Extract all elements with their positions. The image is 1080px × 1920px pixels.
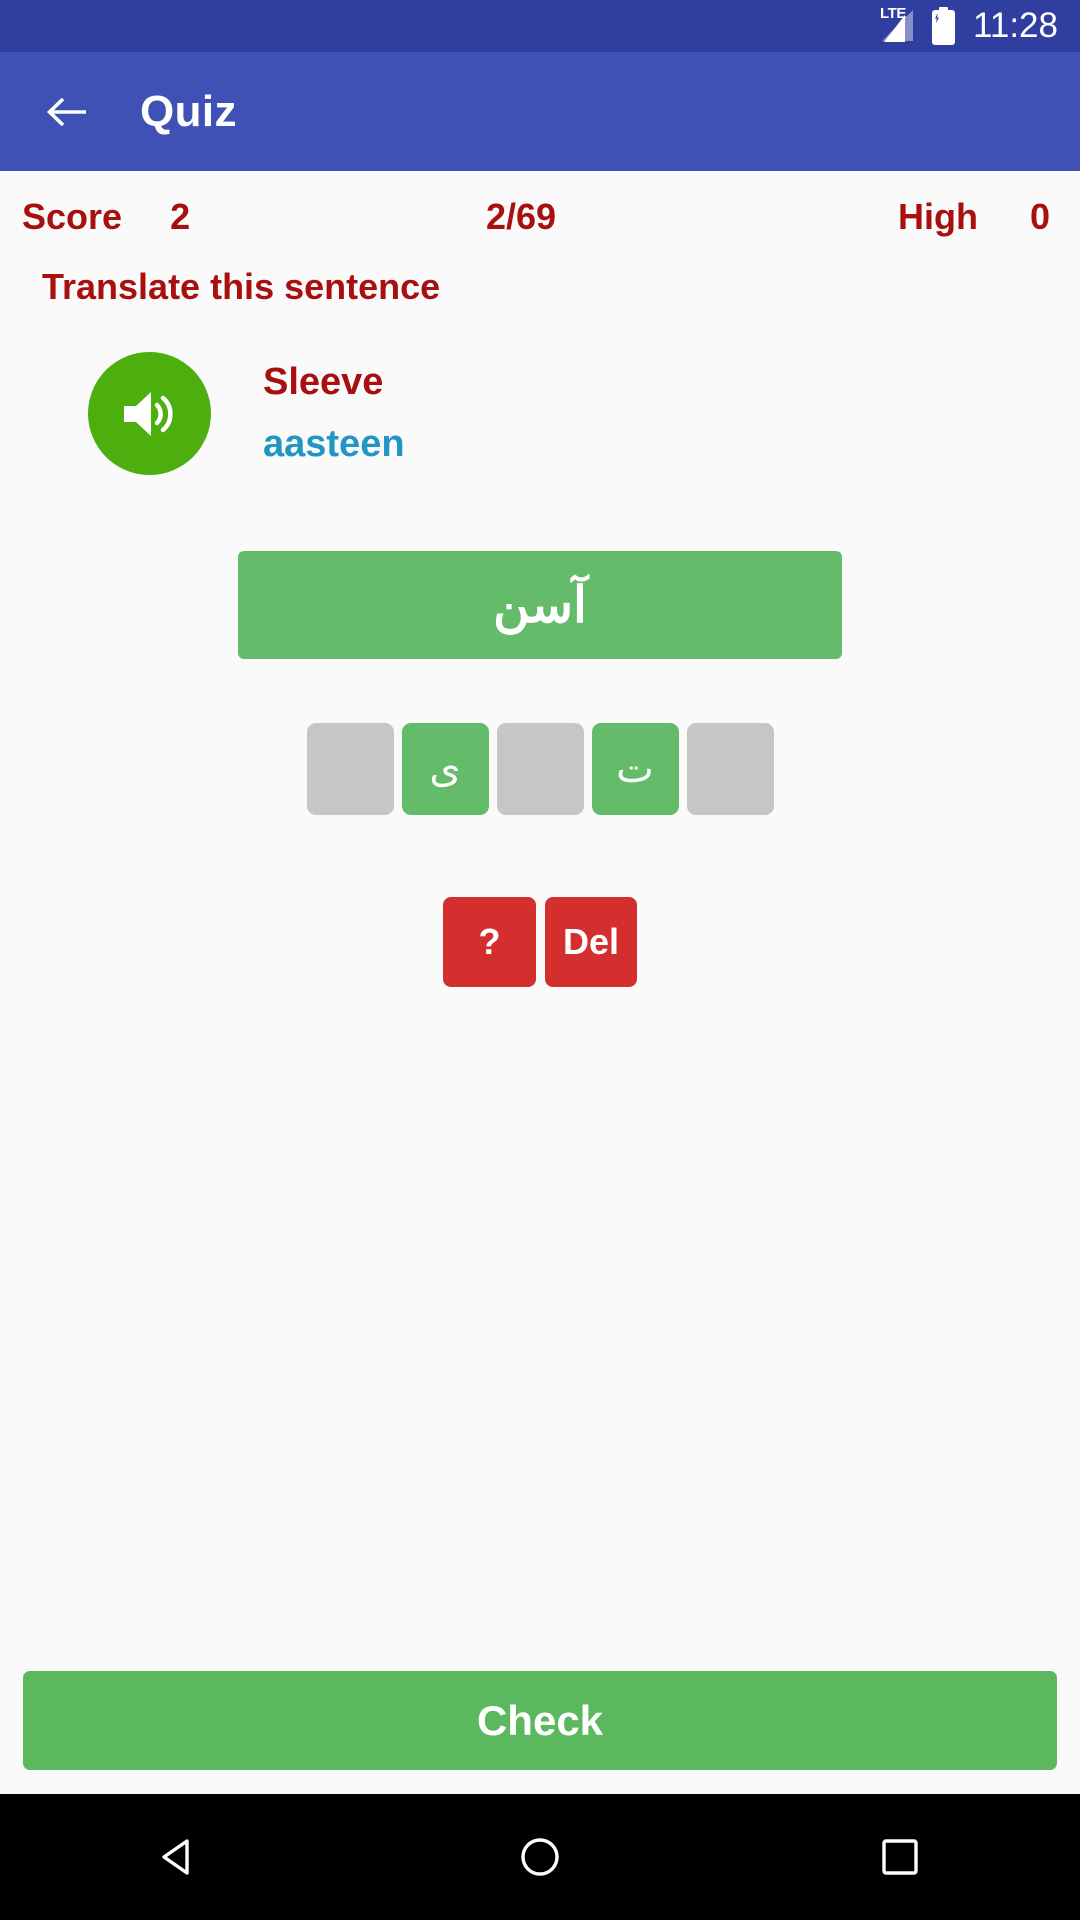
- speaker-volume-icon[interactable]: [88, 352, 211, 475]
- network-type-label: LTE: [880, 5, 907, 22]
- letter-tile-label: ی: [429, 747, 461, 791]
- quiz-content: Score 2 2/69 High 0 Translate this sente…: [0, 171, 1080, 1794]
- word-english: Sleeve: [263, 360, 384, 403]
- hint-button[interactable]: ?: [443, 897, 536, 987]
- system-navigation-bar: [0, 1794, 1080, 1920]
- status-icon-group: LTE 11:28: [879, 6, 1058, 46]
- status-clock: 11:28: [973, 6, 1058, 45]
- status-bar: LTE 11:28: [0, 0, 1080, 52]
- back-arrow-icon[interactable]: [44, 89, 90, 135]
- word-transliteration: aasteen: [263, 422, 405, 465]
- answer-box[interactable]: آسن: [238, 551, 842, 659]
- letter-tile[interactable]: [306, 723, 394, 815]
- high-score-group: High 0: [898, 196, 1050, 238]
- high-score-label: High: [897, 196, 978, 237]
- score-label: Score: [22, 196, 123, 237]
- progress-counter: 2/69: [486, 196, 557, 237]
- nav-recents-square-icon[interactable]: [840, 1797, 960, 1917]
- prompt-row: Sleeve aasteen: [0, 308, 1080, 475]
- score-row: Score 2 2/69 High 0: [0, 171, 1080, 238]
- nav-back-triangle-icon[interactable]: [120, 1797, 240, 1917]
- check-button-wrap: Check: [0, 1671, 1080, 1770]
- score-value: 2: [170, 196, 191, 237]
- quiz-screen: LTE 11:28 Quiz Score 2 2/69 High 0 Trans…: [0, 0, 1080, 1920]
- action-button-row: ? Del: [440, 897, 640, 987]
- check-button[interactable]: Check: [23, 1671, 1057, 1770]
- app-bar: Quiz: [0, 52, 1080, 171]
- answer-text: آسن: [493, 577, 587, 633]
- battery-charging-icon: [932, 7, 955, 45]
- letter-tile[interactable]: [496, 723, 584, 815]
- letter-tile[interactable]: ت: [591, 723, 679, 815]
- letter-tile-label: ت: [616, 747, 654, 791]
- instruction-text: Translate this sentence: [42, 266, 441, 307]
- letter-tile[interactable]: ی: [401, 723, 489, 815]
- letter-tiles-row: ی ت: [305, 723, 775, 815]
- score-group: Score 2: [22, 196, 190, 238]
- nav-home-circle-icon[interactable]: [480, 1797, 600, 1917]
- word-block: Sleeve aasteen: [263, 360, 405, 466]
- high-score-value: 0: [1029, 196, 1050, 237]
- signal-bars-icon: LTE: [879, 6, 919, 46]
- page-title: Quiz: [140, 86, 237, 136]
- delete-button[interactable]: Del: [545, 897, 637, 987]
- letter-tile[interactable]: [686, 723, 774, 815]
